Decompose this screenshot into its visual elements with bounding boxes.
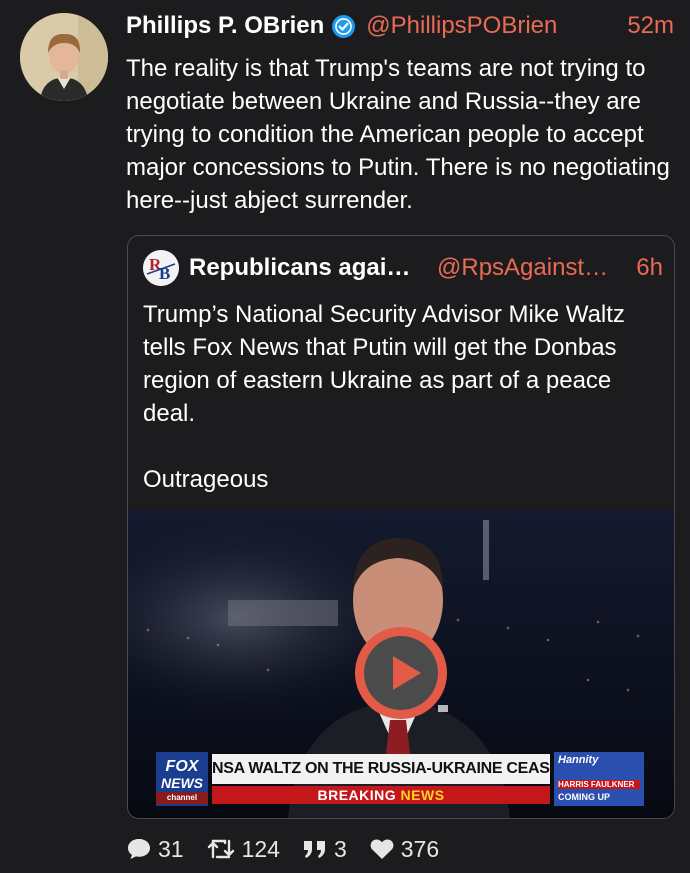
upcoming-show-promo: Hannity HARRIS FAULKNER COMING UP: [554, 752, 644, 806]
quoted-tweet-timestamp[interactable]: 6h: [636, 254, 663, 282]
tweet-timestamp[interactable]: 52m: [627, 12, 674, 40]
quoted-author-avatar[interactable]: R B: [143, 250, 179, 286]
play-icon: [364, 636, 438, 710]
news-word: NEWS: [400, 787, 445, 803]
news-lower-third: FOX NEWS channel NSA WALTZ ON THE RUSSIA…: [156, 752, 650, 806]
author-avatar[interactable]: [20, 13, 108, 101]
like-button[interactable]: 376: [369, 836, 439, 863]
tweet-header: Phillips P. OBrien @PhillipsPOBrien 52m: [126, 8, 674, 44]
tweet-text: The reality is that Trump's teams are no…: [126, 55, 670, 214]
promo-brand: Hannity: [558, 754, 599, 766]
tweet-actions: 31 124 3 376: [126, 832, 461, 866]
breaking-news-bar: BREAKING NEWS: [212, 786, 550, 804]
logo-line-3: channel: [156, 792, 208, 804]
speech-bubble-icon: [128, 839, 150, 859]
quote-count: 3: [333, 835, 347, 862]
retweet-count: 124: [241, 835, 280, 862]
promo-name: HARRIS FAULKNER: [558, 780, 640, 789]
quoted-tweet-text: Trump’s National Security Advisor Mike W…: [143, 301, 625, 493]
heart-icon: [370, 839, 394, 859]
author-handle[interactable]: @PhillipsPOBrien: [366, 12, 557, 40]
video-thumbnail[interactable]: FOX NEWS channel NSA WALTZ ON THE RUSSIA…: [128, 510, 674, 818]
quoted-author-name[interactable]: Republicans agai…: [189, 254, 427, 282]
reply-count: 31: [158, 835, 184, 862]
logo-line-1: FOX: [165, 758, 199, 775]
breaking-word: BREAKING: [317, 787, 397, 803]
play-button[interactable]: [355, 627, 447, 719]
retweet-button[interactable]: 124: [206, 836, 280, 863]
retweet-icon: [207, 839, 234, 859]
fox-news-logo: FOX NEWS channel: [156, 752, 208, 806]
quoted-tweet[interactable]: R B Republicans agai… @RpsAgainst… 6h Tr…: [127, 235, 675, 819]
quote-button[interactable]: 3: [302, 836, 347, 863]
quoted-tweet-header: R B Republicans agai… @RpsAgainst… 6h: [143, 250, 663, 286]
news-headline-banner: NSA WALTZ ON THE RUSSIA-UKRAINE CEASEFIR…: [212, 754, 650, 784]
author-name[interactable]: Phillips P. OBrien: [126, 12, 324, 40]
reply-button[interactable]: 31: [126, 836, 184, 863]
verified-badge-icon: [332, 14, 356, 38]
quoted-author-handle[interactable]: @RpsAgainst…: [437, 254, 617, 282]
like-count: 376: [400, 835, 440, 862]
quote-icon: [303, 841, 325, 858]
logo-line-2: NEWS: [161, 775, 203, 791]
promo-status: COMING UP: [558, 792, 611, 802]
